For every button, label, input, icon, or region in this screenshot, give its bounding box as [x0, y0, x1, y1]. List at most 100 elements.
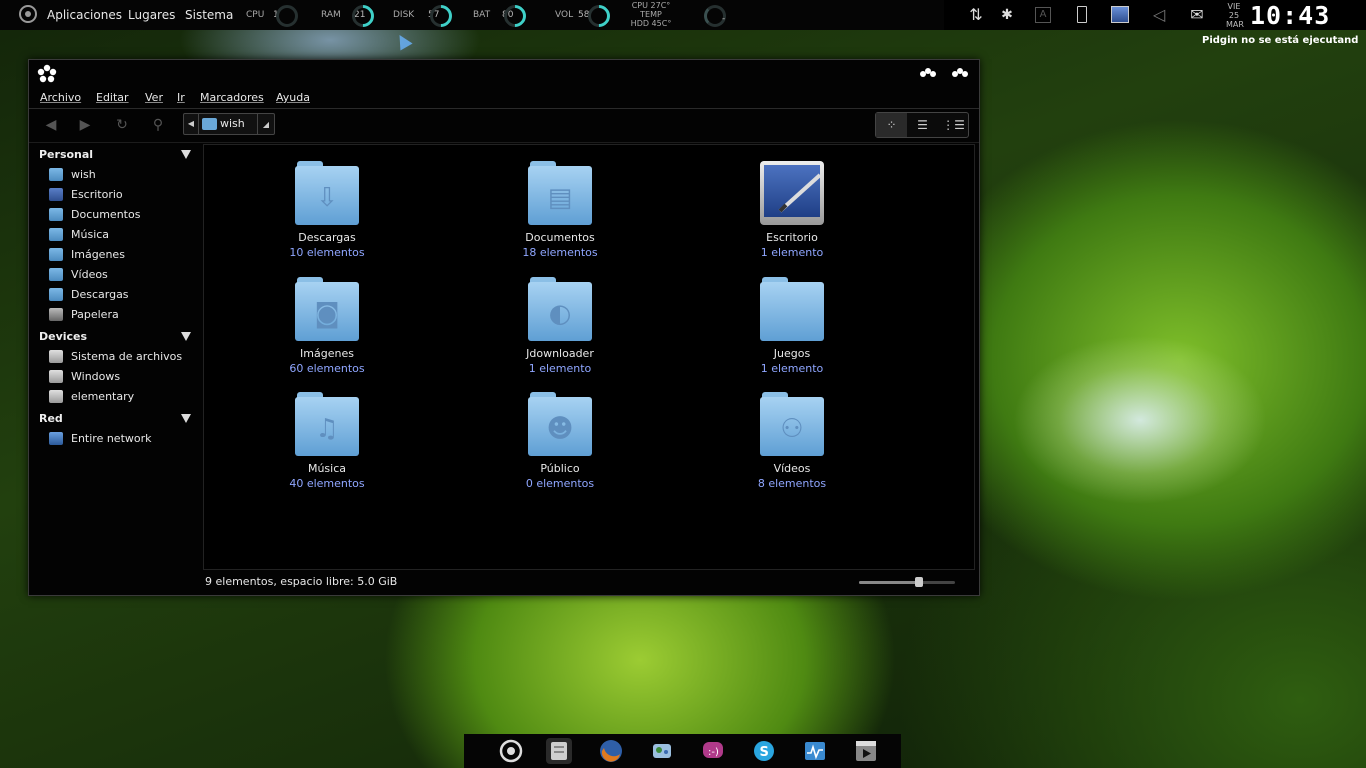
path-segment-home[interactable]: wish: [200, 114, 245, 134]
sidebar-item-label: Vídeos: [71, 268, 108, 281]
zoom-slider-handle[interactable]: [915, 577, 924, 587]
sidebar-item-label: elementary: [71, 390, 135, 403]
menu-aplicaciones[interactable]: Aplicaciones: [47, 8, 122, 22]
sidebar-item-documentos[interactable]: Documentos: [49, 206, 197, 224]
sidebar-item-filesystem[interactable]: Sistema de archivos: [49, 348, 197, 366]
menu-lugares[interactable]: Lugares: [128, 8, 175, 22]
section-personal-toggle[interactable]: [181, 150, 191, 159]
pictures-folder-icon: [49, 248, 63, 261]
pictures-folder-icon: ◙: [295, 277, 359, 341]
file-count: 1 elemento: [528, 362, 592, 375]
network-arrows-icon[interactable]: ⇅: [966, 5, 986, 25]
zoom-slider-fill: [859, 581, 920, 584]
view-switcher: ⁘ ☰ ⋮☰: [875, 112, 969, 138]
file-manager-window: Archivo Editar Ver Ir Marcadores Ayuda ◀…: [28, 59, 980, 596]
file-item-juegos[interactable]: Juegos 1 elemento: [717, 277, 867, 375]
clock[interactable]: 10:43: [1250, 1, 1330, 30]
disk-monitor-ring: [425, 0, 457, 32]
ram-monitor-ring: [347, 0, 379, 32]
file-item-documentos[interactable]: ▤ Documentos 18 elementos: [485, 161, 635, 259]
section-devices-toggle[interactable]: [181, 332, 191, 341]
music-folder-icon: ♫: [295, 392, 359, 456]
cpu-temp: CPU 27C°: [631, 1, 671, 10]
sidebar-item-elementary[interactable]: elementary: [49, 388, 197, 406]
section-red-toggle[interactable]: [181, 414, 191, 423]
sidebar-item-label: Sistema de archivos: [71, 350, 183, 363]
hdd-temp: HDD 45C°: [630, 19, 672, 28]
keyboard-icon[interactable]: A: [1035, 7, 1051, 23]
top-panel: Aplicaciones Lugares Sistema CPU 1 RAM 2…: [0, 0, 1366, 32]
temp-title: TEMP: [640, 10, 662, 19]
file-count: 18 elementos: [522, 246, 598, 259]
file-item-descargas[interactable]: ⇩ Descargas 10 elementos: [252, 161, 402, 259]
reload-button[interactable]: ↻: [112, 116, 132, 134]
titlebar[interactable]: [29, 60, 979, 88]
app-flower-icon: [37, 64, 57, 83]
sidebar-item-label: Windows: [71, 370, 121, 383]
menu-ir[interactable]: Ir: [177, 91, 185, 104]
forward-button[interactable]: ▶: [75, 116, 95, 134]
file-item-escritorio[interactable]: Escritorio 1 elemento: [717, 161, 867, 259]
file-count: 0 elementos: [525, 477, 595, 490]
menu-archivo[interactable]: Archivo: [40, 91, 81, 104]
path-scroll-left-button[interactable]: ◀: [184, 114, 199, 134]
file-item-musica[interactable]: ♫ Música 40 elementos: [252, 392, 402, 490]
menu-ver[interactable]: Ver: [145, 91, 163, 104]
desktop-icon: [760, 161, 824, 225]
videos-folder-icon: [49, 268, 63, 281]
sidebar-item-imagenes[interactable]: Imágenes: [49, 246, 197, 264]
battery-icon[interactable]: [1077, 6, 1087, 23]
menu-editar[interactable]: Editar: [96, 91, 129, 104]
documents-folder-icon: [49, 208, 63, 221]
file-name: Vídeos: [773, 462, 811, 475]
menu-ayuda[interactable]: Ayuda: [276, 91, 310, 104]
sidebar-item-musica[interactable]: Música: [49, 226, 197, 244]
dock-item-skype[interactable]: S: [751, 738, 777, 764]
list-view-button[interactable]: ☰: [907, 113, 938, 137]
icon-view: ⇩ Descargas 10 elementos ▤ Documentos 18…: [203, 144, 975, 570]
dock-item-firefox[interactable]: [598, 738, 624, 764]
dock-item-file-manager[interactable]: [546, 738, 572, 764]
file-item-publico[interactable]: ☻ Público 0 elementos: [485, 392, 635, 490]
toolbar: ◀ ▶ ↻ ⚲ ◀ wish ◢ ⁘ ☰ ⋮☰: [29, 108, 979, 143]
desktop-icon: [49, 188, 63, 201]
mail-icon[interactable]: ✉: [1187, 5, 1207, 25]
file-item-videos[interactable]: ⚇ Vídeos 8 elementos: [717, 392, 867, 490]
sidebar-item-windows[interactable]: Windows: [49, 368, 197, 386]
sidebar-item-videos[interactable]: Vídeos: [49, 266, 197, 284]
file-count: 8 elementos: [757, 477, 827, 490]
file-item-jdownloader[interactable]: ◐ Jdownloader 1 elemento: [485, 277, 635, 375]
volume-monitor-ring: [583, 0, 615, 32]
distro-logo-icon[interactable]: [19, 5, 37, 23]
zoom-slider[interactable]: [859, 577, 955, 587]
sidebar-item-wish[interactable]: wish: [49, 166, 197, 184]
path-dropdown-button[interactable]: ◢: [257, 114, 274, 134]
menu-marcadores[interactable]: Marcadores: [200, 91, 264, 104]
file-name: Público: [540, 462, 580, 475]
icon-view-button[interactable]: ⁘: [876, 113, 907, 137]
dock-item-empathy[interactable]: :-): [700, 738, 726, 764]
pidgin-notice: Pidgin no se está ejecutand: [1202, 35, 1359, 46]
file-count: 1 elemento: [760, 246, 824, 259]
close-button[interactable]: [951, 68, 969, 78]
sidebar-item-descargas[interactable]: Descargas: [49, 286, 197, 304]
sidebar-item-papelera[interactable]: Papelera: [49, 306, 197, 324]
minimize-button[interactable]: [919, 68, 937, 78]
bluetooth-icon[interactable]: ✱: [997, 5, 1017, 25]
sidebar-item-label: Entire network: [71, 432, 152, 445]
file-count: 40 elementos: [289, 477, 365, 490]
dock-item-ubuntu-one[interactable]: [498, 738, 524, 764]
dock-item-video-player[interactable]: [853, 738, 879, 764]
volume-icon[interactable]: ◁: [1149, 5, 1169, 25]
file-item-imagenes[interactable]: ◙ Imágenes 60 elementos: [252, 277, 402, 375]
back-button[interactable]: ◀: [41, 116, 61, 134]
music-folder-icon: [49, 228, 63, 241]
sidebar-item-escritorio[interactable]: Escritorio: [49, 186, 197, 204]
sidebar-item-entire-network[interactable]: Entire network: [49, 430, 197, 448]
dock-item-system-monitor[interactable]: [802, 738, 828, 764]
menu-sistema[interactable]: Sistema: [185, 8, 233, 22]
dock-item-network-manager[interactable]: [649, 738, 675, 764]
compact-view-button[interactable]: ⋮☰: [938, 113, 969, 137]
search-button[interactable]: ⚲: [148, 116, 168, 134]
screen-icon[interactable]: [1111, 6, 1129, 23]
